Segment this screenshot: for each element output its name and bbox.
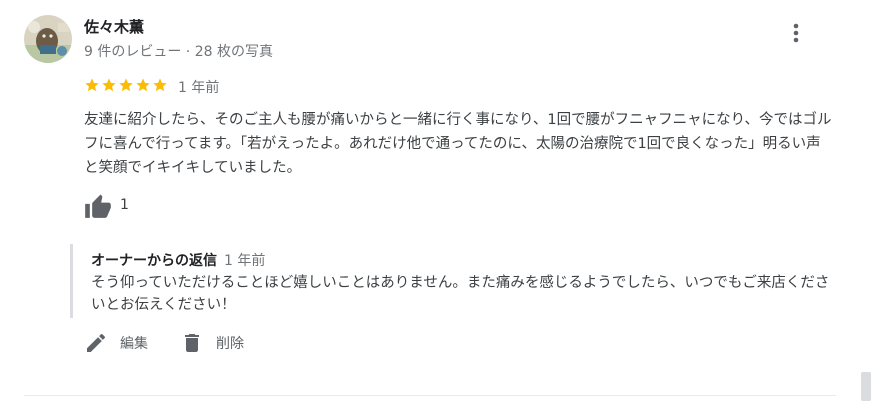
edit-button[interactable]: 編集 [84, 331, 148, 355]
edit-label: 編集 [120, 336, 148, 352]
delete-label: 削除 [216, 336, 244, 352]
like-button[interactable]: 1 [84, 192, 129, 218]
reply-actions: 編集 削除 [84, 331, 276, 355]
review-time: 1 年前 [178, 80, 220, 96]
reply-owner-label: オーナーからの返信 [91, 253, 217, 269]
star-icon [136, 78, 150, 92]
like-count: 1 [120, 197, 129, 213]
owner-reply: オーナーからの返信 1 年前 そう仰っていただけることほど嬉しいことはありません… [70, 244, 840, 318]
author-name[interactable]: 佐々木薫 [84, 16, 144, 37]
divider [24, 395, 836, 396]
star-icon [85, 78, 99, 92]
star-rating [84, 77, 168, 93]
star-icon [119, 78, 133, 92]
delete-button[interactable]: 削除 [180, 331, 244, 355]
reply-time: 1 年前 [224, 253, 266, 269]
more-options-button[interactable] [782, 19, 810, 47]
avatar[interactable] [24, 15, 72, 63]
star-icon [153, 78, 167, 92]
star-icon [102, 78, 116, 92]
pencil-icon [87, 333, 106, 352]
reply-text: そう仰っていただけることほど嬉しいことはありません。また痛みを感じるようでしたら… [91, 275, 830, 313]
author-meta: 9 件のレビュー · 28 枚の写真 [84, 44, 273, 60]
trash-icon [185, 334, 199, 352]
thumb-up-icon [85, 194, 111, 218]
more-vert-icon [793, 23, 799, 43]
scrollbar[interactable] [861, 372, 871, 401]
review-text: 友達に紹介したら、そのご主人も腰が痛いからと一緒に行く事になり、1回で腰がフニャ… [84, 112, 832, 176]
